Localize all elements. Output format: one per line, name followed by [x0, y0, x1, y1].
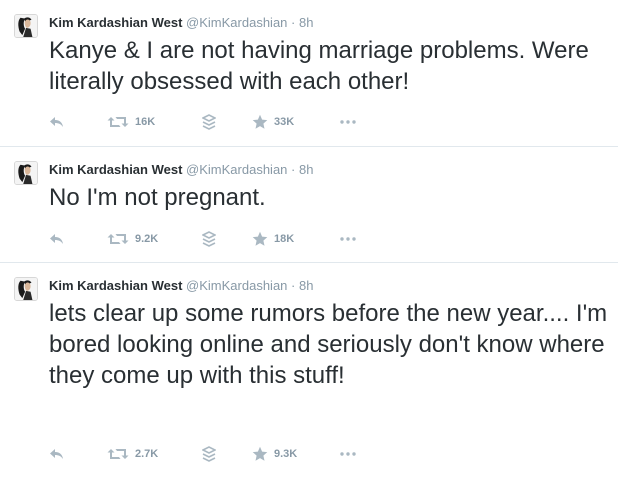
retweet-button[interactable]: 16K: [107, 112, 155, 132]
favorite-button[interactable]: 18K: [252, 229, 294, 249]
reply-icon: [49, 446, 65, 462]
retweet-icon: [107, 114, 129, 130]
star-icon: [252, 231, 268, 247]
separator: ·: [291, 162, 296, 177]
retweet-count: 16K: [135, 116, 156, 128]
retweet-button[interactable]: 2.7K: [107, 444, 158, 464]
favorite-count: 9.3K: [274, 448, 298, 460]
stack-icon: [202, 114, 216, 130]
more-icon: [339, 119, 357, 125]
reply-icon: [49, 114, 65, 130]
reply-button[interactable]: [49, 444, 65, 464]
tweet-text: lets clear up some rumors before the new…: [49, 300, 608, 389]
star-icon: [252, 446, 268, 462]
tweet-header: Kim Kardashian West @KimKardashian · 8h: [49, 278, 313, 294]
tweet[interactable]: Kim Kardashian West @KimKardashian · 8h …: [0, 0, 618, 146]
stack-button[interactable]: [202, 112, 216, 132]
more-button[interactable]: [339, 112, 357, 132]
retweet-icon: [107, 231, 129, 247]
avatar[interactable]: [14, 277, 38, 301]
author-name[interactable]: Kim Kardashian West: [49, 162, 182, 177]
tweet-text: Kanye & I are not having marriage proble…: [49, 37, 589, 95]
stack-button[interactable]: [202, 229, 216, 249]
author-handle[interactable]: @KimKardashian: [186, 162, 287, 177]
tweet-header: Kim Kardashian West @KimKardashian · 8h: [49, 162, 313, 178]
favorite-button[interactable]: 9.3K: [252, 444, 297, 464]
stack-button[interactable]: [202, 444, 216, 464]
favorite-count: 33K: [274, 116, 295, 128]
star-icon: [252, 114, 268, 130]
more-button[interactable]: [339, 229, 357, 249]
author-handle[interactable]: @KimKardashian: [186, 15, 287, 30]
tweet-timeline: Kim Kardashian West @KimKardashian · 8h …: [0, 0, 618, 480]
timestamp[interactable]: 8h: [299, 15, 313, 30]
separator: ·: [291, 278, 296, 293]
reply-button[interactable]: [49, 229, 65, 249]
retweet-icon: [107, 446, 129, 462]
author-handle[interactable]: @KimKardashian: [186, 278, 287, 293]
favorite-button[interactable]: 33K: [252, 112, 294, 132]
author-name[interactable]: Kim Kardashian West: [49, 278, 182, 293]
retweet-button[interactable]: 9.2K: [107, 229, 158, 249]
tweet[interactable]: Kim Kardashian West @KimKardashian · 8h …: [0, 146, 618, 262]
avatar[interactable]: [14, 161, 38, 185]
reply-icon: [49, 231, 65, 247]
author-name[interactable]: Kim Kardashian West: [49, 15, 182, 30]
retweet-count: 9.2K: [135, 233, 159, 245]
tweet-text: No I'm not pregnant.: [49, 184, 266, 211]
more-icon: [339, 451, 357, 457]
timestamp[interactable]: 8h: [299, 278, 313, 293]
stack-icon: [202, 231, 216, 247]
tweet-header: Kim Kardashian West @KimKardashian · 8h: [49, 15, 313, 31]
stack-icon: [202, 446, 216, 462]
reply-button[interactable]: [49, 112, 65, 132]
retweet-count: 2.7K: [135, 448, 159, 460]
tweet[interactable]: Kim Kardashian West @KimKardashian · 8h …: [0, 262, 618, 480]
more-button[interactable]: [339, 444, 357, 464]
avatar[interactable]: [14, 14, 38, 38]
favorite-count: 18K: [274, 233, 295, 245]
separator: ·: [291, 15, 296, 30]
timestamp[interactable]: 8h: [299, 162, 313, 177]
more-icon: [339, 236, 357, 242]
